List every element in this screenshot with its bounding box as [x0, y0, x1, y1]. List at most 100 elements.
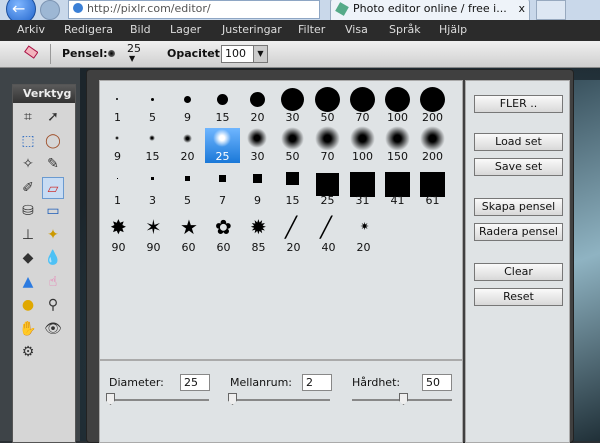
brush-preset-1-1[interactable]: 15: [135, 128, 170, 163]
brush-preset-0-3[interactable]: 15: [205, 89, 240, 124]
load-set-button[interactable]: Load set: [474, 133, 563, 151]
marquee-icon[interactable]: ⬚: [17, 130, 39, 152]
brush-preset-0-7[interactable]: 70: [345, 86, 380, 124]
save-set-button[interactable]: Save set: [474, 158, 563, 176]
brush-preset-3-2[interactable]: ★ 60: [171, 215, 206, 254]
brush-preset-3-5[interactable]: ╱ 20: [276, 215, 311, 254]
reset-button[interactable]: Reset: [474, 288, 563, 306]
brush-preset-3-3[interactable]: ✿ 60: [206, 215, 241, 254]
tab-close-button[interactable]: x: [518, 0, 525, 19]
new-tab-button[interactable]: [536, 0, 566, 20]
brush-preset-2-5[interactable]: 15: [275, 171, 310, 207]
more-brushes-button[interactable]: FLER ..: [474, 95, 563, 113]
move-icon[interactable]: ➚: [42, 106, 64, 128]
brush-size-label: 20: [356, 241, 371, 254]
brush-preset-1-9[interactable]: 200: [415, 125, 450, 163]
hardness-input[interactable]: 50: [422, 374, 452, 391]
opacity-value: 100: [225, 47, 246, 60]
brush-preset-1-6[interactable]: 70: [310, 125, 345, 163]
spot-heal-icon[interactable]: ⚙: [17, 341, 39, 363]
sharpen-icon[interactable]: ▲: [17, 271, 39, 293]
brush-shape-icon: ╱: [320, 215, 333, 239]
brush-preset-3-4[interactable]: ✹ 85: [241, 215, 276, 254]
browser-tab[interactable]: Photo editor online / free i... x: [330, 0, 530, 20]
forward-button[interactable]: [40, 0, 60, 20]
menu-justeringar[interactable]: Justeringar: [222, 23, 282, 36]
shape-icon[interactable]: ◆: [17, 247, 39, 269]
brush-preset-3-7[interactable]: ✷ 20: [346, 219, 381, 254]
menu-arkiv[interactable]: Arkiv: [17, 23, 45, 36]
blur-icon[interactable]: 💧: [42, 247, 64, 269]
clear-button[interactable]: Clear: [474, 263, 563, 281]
brush-dropdown-arrow-icon[interactable]: ▼: [129, 54, 135, 63]
brush-size-label: 5: [149, 111, 156, 124]
brush-presets-grid: 1 5 9 15 20 30 50 70 100 200 9 15 20 25 30 50 70 100 150 20…: [99, 80, 463, 360]
menu-sprak[interactable]: Språk: [389, 23, 421, 36]
brush-preset-3-6[interactable]: ╱ 40: [311, 215, 346, 254]
create-brush-button[interactable]: Skapa pensel: [474, 198, 563, 216]
delete-brush-button[interactable]: Radera pensel: [474, 223, 563, 241]
brush-preset-1-3[interactable]: 25: [205, 128, 240, 163]
dodge-icon[interactable]: ⚲: [42, 294, 64, 316]
opacity-select[interactable]: 100 ▼: [221, 45, 268, 63]
brush-preset-1-2[interactable]: 20: [170, 128, 205, 163]
brush-preset-1-0[interactable]: 9: [100, 128, 135, 163]
brush-preset-2-4[interactable]: 9: [240, 172, 275, 207]
brush-preset-2-3[interactable]: 7: [205, 172, 240, 207]
pencil-icon[interactable]: ✎: [42, 153, 64, 175]
brush-preset-0-2[interactable]: 9: [170, 89, 205, 124]
brush-preset-3-1[interactable]: ✶ 90: [136, 215, 171, 254]
brush-size-label: 15: [285, 194, 300, 207]
brush-shape-icon: ✿: [215, 215, 232, 239]
brush-icon[interactable]: ✐: [17, 177, 39, 199]
brush-preset-0-6[interactable]: 50: [310, 86, 345, 124]
brush-preset-2-8[interactable]: 41: [380, 171, 415, 207]
brush-shape-icon: [419, 171, 445, 197]
crop-icon[interactable]: ⌗: [17, 106, 39, 128]
brush-shape-icon: ╱: [285, 215, 298, 239]
menu-lager[interactable]: Lager: [170, 23, 201, 36]
brush-shape-icon: [247, 128, 267, 148]
smudge-icon[interactable]: ☝: [42, 271, 64, 293]
brush-shape-icon: [184, 175, 190, 181]
brush-preset-2-6[interactable]: 25: [310, 172, 345, 207]
menu-hjalp[interactable]: Hjälp: [439, 23, 467, 36]
menu-visa[interactable]: Visa: [345, 23, 368, 36]
brush-preset-2-7[interactable]: 31: [345, 171, 380, 207]
brush-preview[interactable]: [108, 50, 115, 57]
lasso-icon[interactable]: ◯: [42, 130, 64, 152]
brush-preset-0-4[interactable]: 20: [240, 89, 275, 124]
brush-preset-1-7[interactable]: 100: [345, 125, 380, 163]
tab-favicon-icon: [335, 2, 349, 16]
brush-preset-2-1[interactable]: 3: [135, 172, 170, 207]
menu-redigera[interactable]: Redigera: [64, 23, 113, 36]
address-bar[interactable]: http://pixlr.com/editor/: [68, 0, 320, 19]
magic-wand-icon[interactable]: ✧: [17, 153, 39, 175]
brush-preset-1-5[interactable]: 50: [275, 126, 310, 163]
clone-stamp-icon[interactable]: ⊥: [17, 224, 39, 246]
brush-preset-2-2[interactable]: 5: [170, 172, 205, 207]
red-eye-icon[interactable]: 👁: [42, 318, 64, 340]
menu-bild[interactable]: Bild: [130, 23, 151, 36]
brush-preset-1-4[interactable]: 30: [240, 128, 275, 163]
brush-preset-0-8[interactable]: 100: [380, 86, 415, 124]
bucket-icon[interactable]: ⛁: [17, 200, 39, 222]
burn-icon[interactable]: ✋: [17, 318, 39, 340]
brush-preset-0-1[interactable]: 5: [135, 89, 170, 124]
menu-filter[interactable]: Filter: [298, 23, 325, 36]
sponge-icon[interactable]: ●: [17, 294, 39, 316]
diameter-input[interactable]: 25: [180, 374, 210, 391]
brush-preset-1-8[interactable]: 150: [380, 125, 415, 163]
eraser-icon[interactable]: ▱: [42, 176, 64, 199]
brush-preset-3-0[interactable]: ✸ 90: [101, 215, 136, 254]
gradient-icon[interactable]: ▭: [42, 200, 64, 222]
brush-preset-0-9[interactable]: 200: [415, 86, 450, 124]
color-replace-icon[interactable]: ✦: [42, 224, 64, 246]
spacing-input[interactable]: 2: [302, 374, 332, 391]
brush-size-label: 70: [320, 150, 335, 163]
brush-preset-2-9[interactable]: 61: [415, 171, 450, 207]
brush-preset-0-0[interactable]: 1: [100, 89, 135, 124]
brush-preset-2-0[interactable]: 1: [100, 172, 135, 207]
brush-size-label: 9: [254, 194, 261, 207]
brush-preset-0-5[interactable]: 30: [275, 87, 310, 124]
